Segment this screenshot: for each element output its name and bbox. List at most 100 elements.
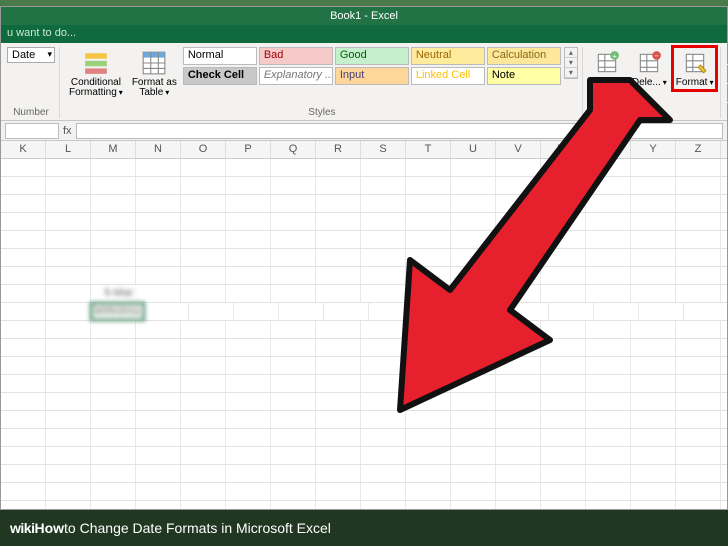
cell[interactable] — [541, 177, 586, 194]
cell[interactable] — [181, 501, 226, 509]
cell[interactable] — [226, 267, 271, 284]
cell[interactable] — [586, 177, 631, 194]
cell[interactable] — [414, 303, 459, 320]
cell[interactable] — [361, 447, 406, 464]
cell[interactable] — [1, 483, 46, 500]
cell[interactable] — [181, 177, 226, 194]
cell[interactable] — [406, 285, 451, 302]
cell[interactable] — [496, 249, 541, 266]
style-check-cell[interactable]: Check Cell — [183, 67, 257, 85]
cell[interactable] — [46, 447, 91, 464]
cell[interactable] — [586, 213, 631, 230]
cell[interactable] — [541, 483, 586, 500]
cell[interactable] — [361, 321, 406, 338]
cell[interactable] — [361, 267, 406, 284]
cell[interactable] — [226, 357, 271, 374]
cell[interactable] — [46, 303, 91, 320]
cell[interactable] — [586, 231, 631, 248]
cell[interactable] — [46, 213, 91, 230]
cell[interactable] — [361, 501, 406, 509]
cell[interactable] — [271, 285, 316, 302]
cell[interactable] — [46, 159, 91, 176]
cell[interactable] — [676, 195, 721, 212]
cell[interactable] — [316, 447, 361, 464]
cell[interactable] — [226, 177, 271, 194]
cell[interactable] — [136, 447, 181, 464]
cell[interactable] — [361, 411, 406, 428]
cell[interactable] — [676, 465, 721, 482]
cell[interactable] — [226, 231, 271, 248]
cell[interactable] — [271, 267, 316, 284]
cell[interactable] — [181, 393, 226, 410]
cell[interactable] — [46, 411, 91, 428]
cell[interactable] — [181, 267, 226, 284]
cell[interactable] — [451, 465, 496, 482]
cell[interactable] — [361, 249, 406, 266]
style-explanatory-[interactable]: Explanatory ... — [259, 67, 333, 85]
cell[interactable] — [1, 213, 46, 230]
cell[interactable] — [631, 501, 676, 509]
cell[interactable] — [639, 303, 684, 320]
cell[interactable] — [1, 159, 46, 176]
cell[interactable] — [181, 195, 226, 212]
cell[interactable] — [631, 231, 676, 248]
cell[interactable] — [91, 231, 136, 248]
cell[interactable] — [1, 285, 46, 302]
cell[interactable] — [451, 231, 496, 248]
col-header-X[interactable]: X — [586, 141, 631, 158]
cell[interactable] — [136, 483, 181, 500]
col-header-Z[interactable]: Z — [676, 141, 721, 158]
cell[interactable] — [676, 249, 721, 266]
cell[interactable] — [406, 375, 451, 392]
cell[interactable] — [586, 357, 631, 374]
cell[interactable] — [676, 375, 721, 392]
format-button[interactable]: Format — [673, 47, 717, 90]
cell[interactable] — [676, 429, 721, 446]
cell[interactable] — [226, 501, 271, 509]
cell[interactable] — [586, 339, 631, 356]
cell[interactable] — [361, 195, 406, 212]
cell[interactable] — [451, 393, 496, 410]
cell[interactable] — [586, 267, 631, 284]
cell[interactable] — [91, 483, 136, 500]
cell[interactable] — [361, 231, 406, 248]
cell[interactable] — [91, 375, 136, 392]
cell[interactable] — [46, 267, 91, 284]
cell[interactable] — [181, 429, 226, 446]
cell[interactable] — [406, 357, 451, 374]
cell[interactable] — [46, 429, 91, 446]
cell[interactable] — [504, 303, 549, 320]
cell[interactable] — [226, 429, 271, 446]
cell[interactable] — [91, 447, 136, 464]
cell[interactable] — [46, 195, 91, 212]
cell[interactable] — [631, 267, 676, 284]
cell[interactable] — [586, 465, 631, 482]
cell[interactable] — [316, 465, 361, 482]
cell[interactable] — [451, 213, 496, 230]
cell[interactable] — [586, 501, 631, 509]
cell[interactable] — [136, 321, 181, 338]
cell[interactable] — [496, 447, 541, 464]
cell[interactable] — [1, 447, 46, 464]
cell[interactable] — [631, 375, 676, 392]
cell[interactable] — [136, 249, 181, 266]
styles-gallery-more[interactable]: ▴▾▾ — [564, 47, 578, 79]
cell[interactable] — [181, 465, 226, 482]
cell[interactable] — [91, 501, 136, 509]
cell[interactable] — [406, 213, 451, 230]
cell[interactable] — [586, 285, 631, 302]
cell[interactable] — [496, 321, 541, 338]
cell[interactable] — [676, 357, 721, 374]
cell[interactable] — [459, 303, 504, 320]
cell[interactable] — [181, 339, 226, 356]
cell[interactable] — [46, 465, 91, 482]
cell[interactable] — [271, 411, 316, 428]
cell[interactable] — [316, 177, 361, 194]
cell[interactable] — [541, 285, 586, 302]
cell[interactable] — [406, 429, 451, 446]
cell[interactable] — [136, 429, 181, 446]
cell[interactable] — [451, 411, 496, 428]
cell[interactable] — [541, 267, 586, 284]
cell[interactable] — [316, 501, 361, 509]
cell[interactable] — [46, 393, 91, 410]
